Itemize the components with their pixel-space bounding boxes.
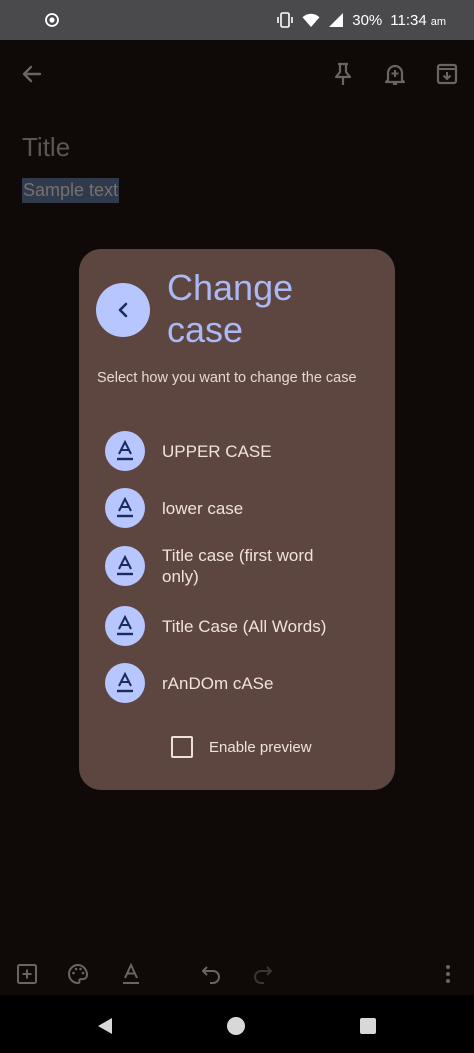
option-upper-case[interactable]: UPPER CASE [105, 428, 375, 474]
more-vert-icon[interactable] [436, 962, 460, 986]
back-arrow-icon[interactable] [18, 60, 46, 88]
enable-preview-label: Enable preview [209, 738, 312, 756]
text-format-icon[interactable] [119, 962, 143, 986]
nav-recents-icon[interactable] [359, 1017, 377, 1035]
option-label: rAnDOm cASe [162, 673, 274, 693]
nav-back-icon[interactable] [95, 1016, 115, 1036]
clock-ampm: am [430, 16, 446, 28]
text-format-icon [105, 431, 145, 471]
dialog-back-button[interactable] [96, 283, 150, 337]
text-format-icon [105, 663, 145, 703]
option-random-case[interactable]: rAnDOm cASe [105, 660, 375, 706]
option-label: UPPER CASE [162, 441, 272, 461]
text-format-icon [105, 488, 145, 528]
vibrate-icon [277, 12, 294, 28]
change-case-dialog: Change case Select how you want to chang… [79, 249, 395, 790]
option-label: lower case [162, 498, 244, 518]
wifi-icon [302, 13, 320, 27]
add-box-icon[interactable] [15, 962, 39, 986]
archive-icon[interactable] [433, 60, 461, 88]
clock-time: 11:34 [390, 11, 427, 29]
pin-icon[interactable] [329, 60, 357, 88]
signal-icon [329, 13, 344, 27]
option-label: Title Case (All Words) [162, 616, 327, 636]
option-lower-case[interactable]: lower case [105, 485, 375, 531]
status-right: 30% 11:34 am [276, 0, 446, 40]
note-body-text[interactable]: Sample text [22, 178, 120, 203]
nav-home-icon[interactable] [226, 1016, 246, 1036]
android-nav-bar [0, 995, 474, 1053]
dialog-title: Change case [167, 267, 294, 350]
option-title-case-all[interactable]: Title Case (All Words) [105, 603, 375, 649]
redo-icon[interactable] [251, 962, 275, 986]
enable-preview-toggle[interactable]: Enable preview [171, 735, 312, 759]
chevron-left-icon [118, 302, 128, 318]
reminder-icon[interactable] [381, 60, 409, 88]
bottom-toolbar [0, 955, 474, 995]
battery-text: 30% [352, 11, 383, 29]
status-bar: 30% 11:34 am [0, 0, 474, 40]
note-title-placeholder[interactable]: Title [22, 132, 70, 163]
record-icon [45, 13, 59, 27]
option-label: Title case (first word only) [162, 546, 314, 586]
undo-icon[interactable] [199, 962, 223, 986]
dialog-subtitle: Select how you want to change the case [97, 370, 357, 386]
top-toolbar [0, 40, 474, 110]
text-format-icon [105, 606, 145, 646]
enable-preview-checkbox[interactable] [171, 736, 193, 758]
palette-icon[interactable] [66, 962, 90, 986]
option-title-case-first[interactable]: Title case (first word only) [105, 543, 375, 589]
text-format-icon [105, 546, 145, 586]
